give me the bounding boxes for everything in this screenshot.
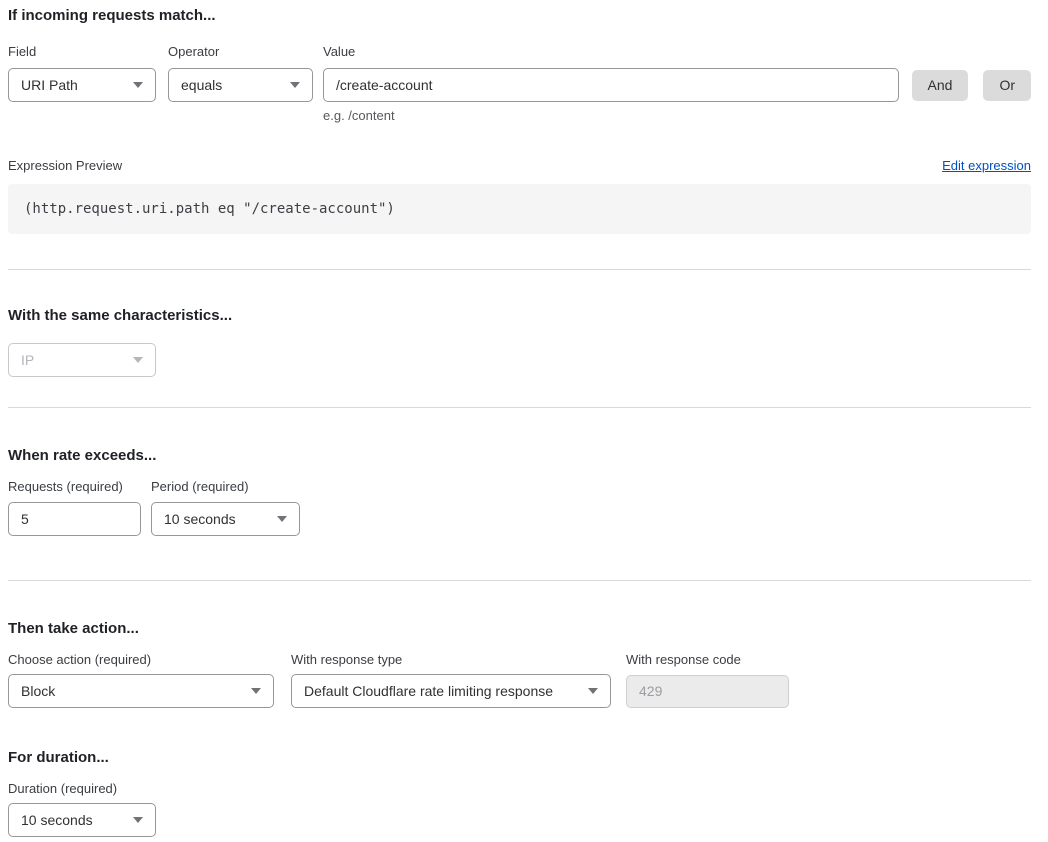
characteristics-controls-row: IP bbox=[8, 343, 1031, 377]
requests-label: Requests (required) bbox=[8, 479, 141, 495]
section-action: Then take action... Choose action (requi… bbox=[8, 621, 1031, 708]
action-controls-row: Block Default Cloudflare rate limiting r… bbox=[8, 674, 1031, 708]
rate-controls-row: 10 seconds bbox=[8, 502, 1031, 536]
section-match: If incoming requests match... Field Oper… bbox=[8, 8, 1031, 124]
response-code-label: With response code bbox=[626, 652, 789, 668]
match-controls-row: URI Path equals And Or bbox=[8, 68, 1031, 102]
action-heading: Then take action... bbox=[8, 621, 1031, 636]
section-characteristics: With the same characteristics... IP bbox=[8, 308, 1031, 377]
section-expression-preview: Expression Preview Edit expression (http… bbox=[8, 158, 1031, 234]
duration-controls-row: 10 seconds bbox=[8, 803, 1031, 837]
rate-labels-row: Requests (required) Period (required) bbox=[8, 479, 1031, 495]
and-button[interactable]: And bbox=[912, 70, 969, 101]
or-button[interactable]: Or bbox=[983, 70, 1031, 101]
section-rate: When rate exceeds... Requests (required)… bbox=[8, 448, 1031, 536]
expression-code-box: (http.request.uri.path eq "/create-accou… bbox=[8, 184, 1031, 234]
duration-labels-row: Duration (required) bbox=[8, 781, 1031, 797]
characteristics-select-value: IP bbox=[21, 352, 34, 368]
section-divider bbox=[8, 269, 1031, 270]
response-type-select[interactable]: Default Cloudflare rate limiting respons… bbox=[291, 674, 611, 708]
operator-label: Operator bbox=[168, 44, 313, 60]
chevron-down-icon bbox=[290, 82, 300, 88]
response-code-input bbox=[626, 675, 789, 708]
section-duration: For duration... Duration (required) 10 s… bbox=[8, 750, 1031, 837]
chevron-down-icon bbox=[133, 82, 143, 88]
expression-preview-label: Expression Preview bbox=[8, 158, 122, 174]
match-labels-row: Field Operator Value bbox=[8, 44, 1031, 60]
field-select-value: URI Path bbox=[21, 77, 78, 93]
choose-action-select[interactable]: Block bbox=[8, 674, 274, 708]
period-label: Period (required) bbox=[151, 479, 300, 495]
duration-select[interactable]: 10 seconds bbox=[8, 803, 156, 837]
chevron-down-icon bbox=[133, 817, 143, 823]
response-type-select-value: Default Cloudflare rate limiting respons… bbox=[304, 683, 553, 699]
chevron-down-icon bbox=[277, 516, 287, 522]
response-type-label: With response type bbox=[291, 652, 611, 668]
characteristics-select[interactable]: IP bbox=[8, 343, 156, 377]
expression-header: Expression Preview Edit expression bbox=[8, 158, 1031, 174]
choose-action-select-value: Block bbox=[21, 683, 55, 699]
value-input[interactable] bbox=[323, 68, 899, 102]
field-label: Field bbox=[8, 44, 156, 60]
requests-input[interactable] bbox=[8, 502, 141, 536]
expression-code: (http.request.uri.path eq "/create-accou… bbox=[24, 201, 395, 217]
action-labels-row: Choose action (required) With response t… bbox=[8, 652, 1031, 668]
period-select[interactable]: 10 seconds bbox=[151, 502, 300, 536]
rate-heading: When rate exceeds... bbox=[8, 448, 1031, 463]
section-divider bbox=[8, 580, 1031, 581]
period-select-value: 10 seconds bbox=[164, 511, 236, 527]
value-label: Value bbox=[323, 44, 1031, 60]
value-hint: e.g. /content bbox=[323, 108, 1031, 124]
operator-select[interactable]: equals bbox=[168, 68, 313, 102]
duration-heading: For duration... bbox=[8, 750, 1031, 765]
choose-action-label: Choose action (required) bbox=[8, 652, 274, 668]
match-heading: If incoming requests match... bbox=[8, 8, 1031, 23]
duration-label: Duration (required) bbox=[8, 781, 156, 797]
chevron-down-icon bbox=[588, 688, 598, 694]
duration-select-value: 10 seconds bbox=[21, 812, 93, 828]
characteristics-heading: With the same characteristics... bbox=[8, 308, 1031, 323]
section-divider bbox=[8, 407, 1031, 408]
chevron-down-icon bbox=[251, 688, 261, 694]
rate-limit-rule-form: If incoming requests match... Field Oper… bbox=[0, 0, 1048, 837]
chevron-down-icon bbox=[133, 357, 143, 363]
operator-select-value: equals bbox=[181, 77, 222, 93]
edit-expression-link[interactable]: Edit expression bbox=[942, 158, 1031, 174]
field-select[interactable]: URI Path bbox=[8, 68, 156, 102]
